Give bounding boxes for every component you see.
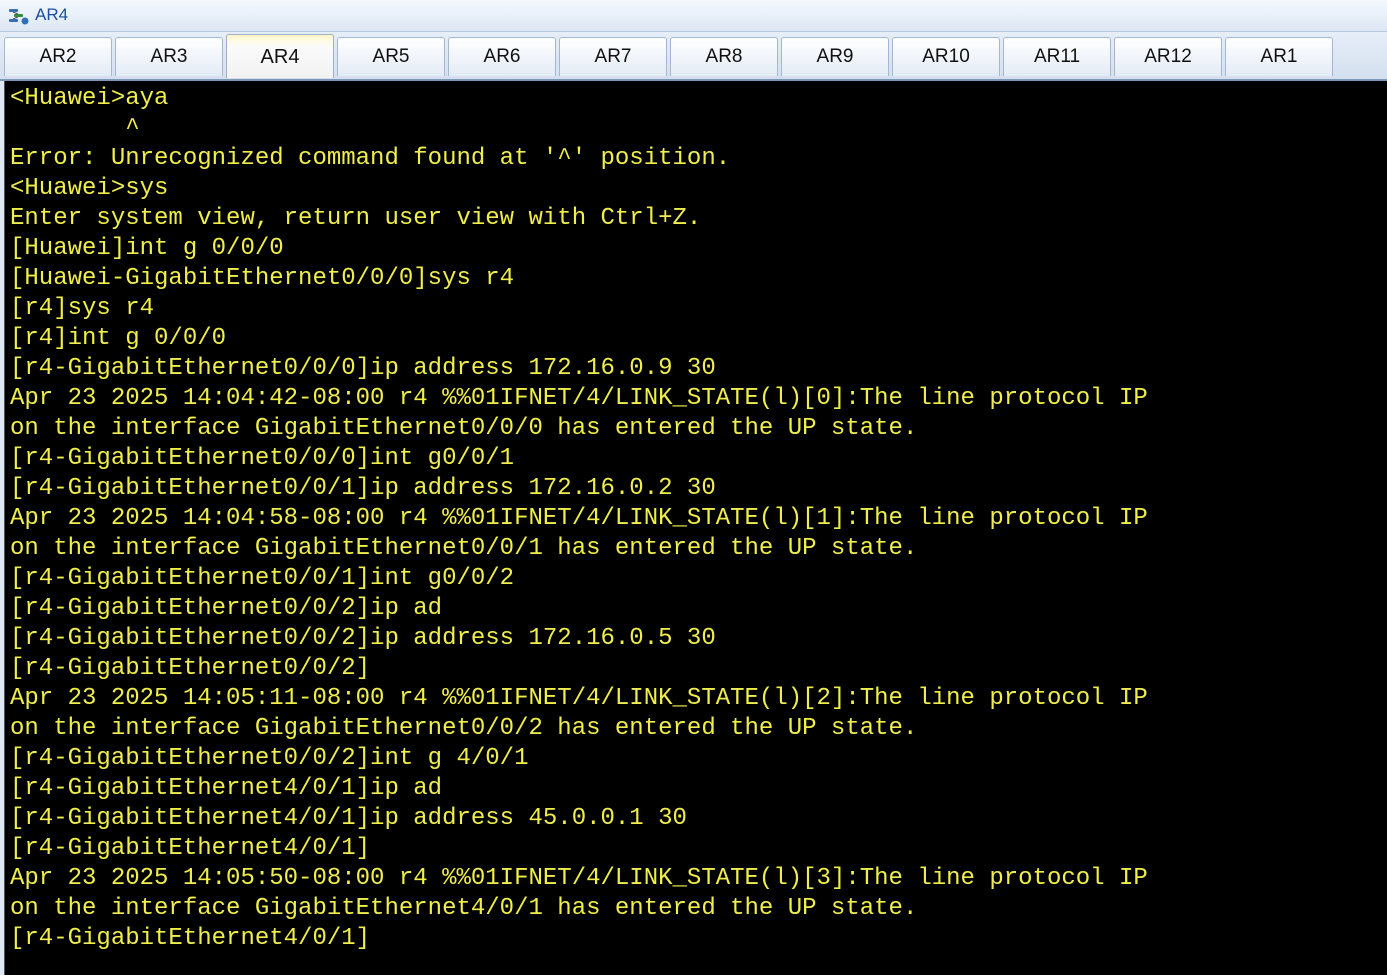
console-window: AR4 AR2 AR3 AR4 AR5 AR6 AR7 AR8 AR9 AR10…	[0, 0, 1387, 975]
terminal-line: [r4]int g 0/0/0	[10, 325, 227, 352]
tab-ar2[interactable]: AR2	[4, 37, 112, 76]
terminal-line: Enter system view, return user view with…	[10, 205, 702, 232]
terminal-line: <Huawei>sys	[10, 175, 169, 202]
terminal-line: [r4-GigabitEthernet0/0/2]int g 4/0/1	[10, 745, 529, 772]
terminal-line: Apr 23 2025 14:04:42-08:00 r4 %%01IFNET/…	[10, 385, 1148, 412]
title-bar: AR4	[0, 0, 1387, 32]
terminal-line: [r4-GigabitEthernet4/0/1]ip ad	[10, 775, 443, 802]
tab-ar3[interactable]: AR3	[115, 37, 223, 76]
terminal-line: on the interface GigabitEthernet0/0/2 ha…	[10, 715, 918, 742]
terminal-line: [r4-GigabitEthernet4/0/1]ip address 45.0…	[10, 805, 687, 832]
terminal-line: [r4-GigabitEthernet0/0/1]ip address 172.…	[10, 475, 716, 502]
tab-ar8[interactable]: AR8	[670, 37, 778, 76]
terminal-line: [r4]sys r4	[10, 295, 155, 322]
tab-ar6[interactable]: AR6	[448, 37, 556, 76]
terminal-line: [r4-GigabitEthernet0/0/1]int g0/0/2	[10, 565, 515, 592]
terminal-line: on the interface GigabitEthernet0/0/1 ha…	[10, 535, 918, 562]
tab-ar7[interactable]: AR7	[559, 37, 667, 76]
terminal-line: [r4-GigabitEthernet0/0/2]	[10, 655, 371, 682]
tab-ar5[interactable]: AR5	[337, 37, 445, 76]
tab-ar10[interactable]: AR10	[892, 37, 1000, 76]
tab-ar12[interactable]: AR12	[1114, 37, 1222, 76]
tab-ar1[interactable]: AR1	[1225, 37, 1333, 76]
terminal-output[interactable]: <Huawei>aya ^ Error: Unrecognized comman…	[4, 81, 1387, 975]
terminal-line: ^	[10, 115, 140, 142]
terminal-line: [r4-GigabitEthernet4/0/1]	[10, 925, 371, 952]
window-title: AR4	[35, 5, 69, 24]
terminal-line: on the interface GigabitEthernet0/0/0 ha…	[10, 415, 918, 442]
router-console-icon	[8, 6, 30, 26]
terminal-line: [Huawei-GigabitEthernet0/0/0]sys r4	[10, 265, 515, 292]
terminal-line: on the interface GigabitEthernet4/0/1 ha…	[10, 895, 918, 922]
terminal-line: [r4-GigabitEthernet0/0/2]ip ad	[10, 595, 443, 622]
terminal-line: [r4-GigabitEthernet0/0/2]ip address 172.…	[10, 625, 716, 652]
terminal-line: Apr 23 2025 14:04:58-08:00 r4 %%01IFNET/…	[10, 505, 1148, 532]
terminal-line: [r4-GigabitEthernet0/0/0]ip address 172.…	[10, 355, 716, 382]
terminal-line: Apr 23 2025 14:05:50-08:00 r4 %%01IFNET/…	[10, 865, 1148, 892]
terminal-line: Apr 23 2025 14:05:11-08:00 r4 %%01IFNET/…	[10, 685, 1148, 712]
tab-ar9[interactable]: AR9	[781, 37, 889, 76]
device-tab-bar: AR2 AR3 AR4 AR5 AR6 AR7 AR8 AR9 AR10 AR1…	[0, 32, 1387, 81]
terminal-line: [Huawei]int g 0/0/0	[10, 235, 284, 262]
terminal-line: [r4-GigabitEthernet0/0/0]int g0/0/1	[10, 445, 515, 472]
tab-ar4[interactable]: AR4	[226, 34, 334, 78]
terminal-line: Error: Unrecognized command found at '^'…	[10, 145, 731, 172]
terminal-line: [r4-GigabitEthernet4/0/1]	[10, 835, 371, 862]
terminal-line: <Huawei>aya	[10, 85, 169, 112]
tab-ar11[interactable]: AR11	[1003, 37, 1111, 76]
